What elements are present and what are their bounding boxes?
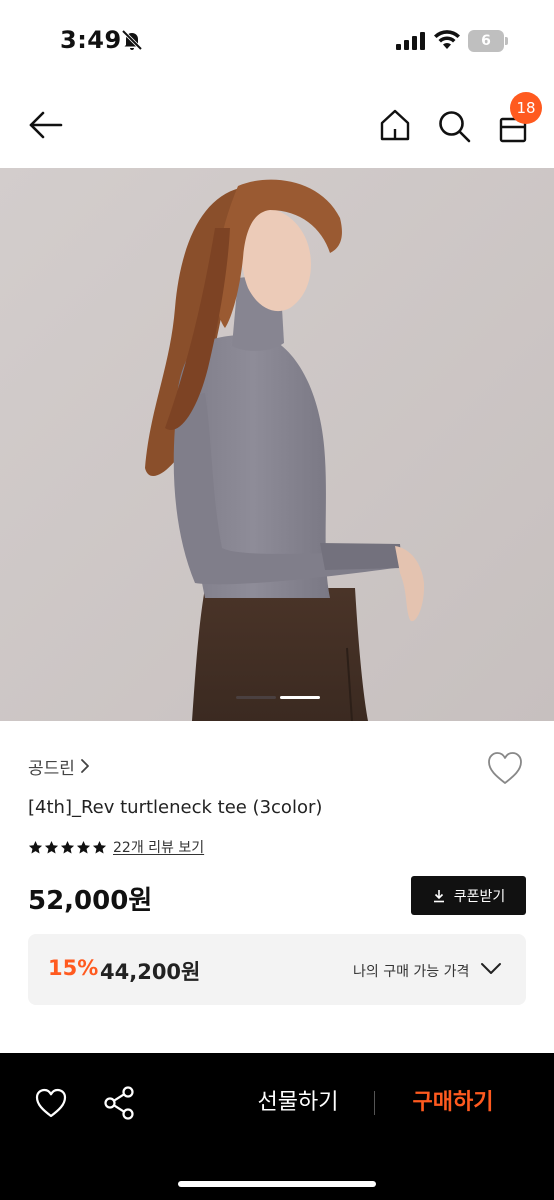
product-image-carousel[interactable]	[0, 168, 554, 721]
star-icon	[44, 840, 59, 853]
discount-price: 44,200원	[100, 960, 201, 984]
product-detail-page: 3:49 6 18 공드린 [4th]_Rev turtleneck tee (…	[0, 0, 554, 1200]
carousel-indicator	[236, 696, 320, 699]
wifi-icon	[434, 30, 460, 49]
divider	[374, 1091, 375, 1115]
search-icon[interactable]	[436, 108, 472, 144]
share-icon[interactable]	[102, 1085, 136, 1121]
chevron-right-icon	[81, 759, 89, 773]
product-price: 52,000원	[28, 886, 153, 916]
product-title: [4th]_Rev turtleneck tee (3color)	[28, 797, 323, 818]
back-arrow-icon[interactable]	[28, 110, 64, 140]
signal-icon	[396, 32, 425, 50]
coupon-label: 쿠폰받기	[453, 888, 506, 905]
status-time: 3:49	[60, 26, 122, 54]
my-price-label: 나의 구매 가능 가격	[353, 964, 470, 980]
gift-button[interactable]: 선물하기	[240, 1086, 356, 1120]
nav-bar: 18	[0, 80, 554, 168]
heart-icon[interactable]	[34, 1087, 68, 1119]
download-icon	[433, 889, 444, 902]
star-icon	[28, 840, 43, 853]
brand-name: 공드린	[28, 758, 75, 779]
star-icon	[76, 840, 91, 853]
bottom-action-bar: 선물하기 구매하기	[0, 1053, 554, 1200]
discount-rate: 15%	[48, 956, 99, 980]
star-icon	[92, 840, 107, 853]
battery-level: 6	[481, 33, 491, 49]
carousel-dot[interactable]	[280, 696, 320, 699]
wishlist-heart-icon[interactable]	[486, 750, 524, 786]
carousel-dot-active[interactable]	[236, 696, 276, 699]
rating-row: 22개 리뷰 보기	[28, 837, 204, 857]
my-price-panel[interactable]: 15% 44,200원 나의 구매 가능 가격	[28, 934, 526, 1005]
product-photo	[0, 168, 554, 721]
rating-stars	[28, 840, 107, 855]
battery-icon: 6	[468, 30, 508, 52]
review-link[interactable]: 22개 리뷰 보기	[113, 837, 204, 857]
buy-button[interactable]: 구매하기	[394, 1086, 512, 1120]
brand-link[interactable]: 공드린	[28, 754, 90, 779]
cart-count-badge[interactable]: 18	[510, 92, 542, 124]
home-icon[interactable]	[378, 108, 412, 142]
chevron-down-icon[interactable]	[480, 962, 502, 976]
status-bar: 3:49 6	[0, 0, 554, 80]
star-icon	[60, 840, 75, 853]
coupon-button[interactable]: 쿠폰받기	[411, 876, 526, 915]
bell-slash-icon	[121, 29, 143, 51]
home-indicator[interactable]	[178, 1181, 376, 1187]
